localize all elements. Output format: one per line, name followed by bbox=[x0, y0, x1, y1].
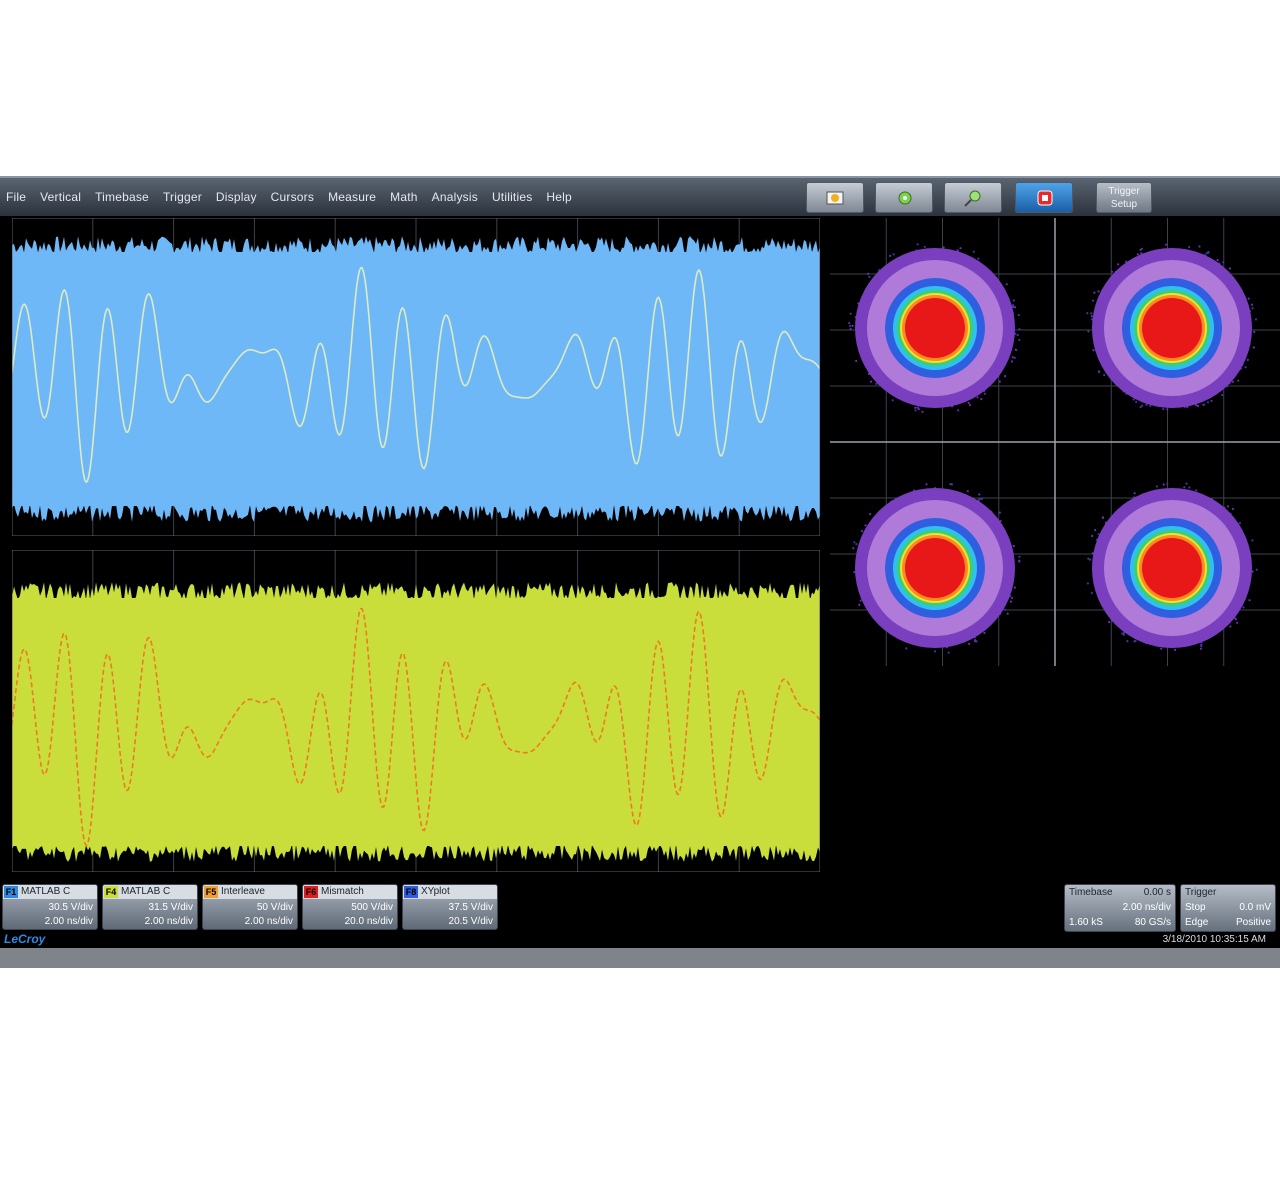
descriptor-tag: F4 bbox=[104, 886, 118, 898]
status-bar bbox=[0, 948, 1280, 968]
waveform-grid-top[interactable] bbox=[12, 218, 820, 536]
constellation-cluster-3 bbox=[852, 483, 1021, 654]
trigger-setup-button[interactable]: Trigger Setup bbox=[1096, 182, 1152, 213]
toolbar-button-zoom[interactable] bbox=[944, 182, 1002, 213]
lecroy-logo: LeCroy bbox=[4, 932, 46, 946]
menu-items: File Vertical Timebase Trigger Display Cursor… bbox=[6, 190, 586, 204]
descriptor-name: XYplot bbox=[421, 886, 450, 897]
trace-f4-body bbox=[12, 598, 820, 846]
trigger-mode-icon bbox=[1037, 190, 1053, 206]
trigger-label: Trigger bbox=[1185, 887, 1217, 898]
trace-noise-top-edge bbox=[12, 582, 820, 600]
trigger-slope: Positive bbox=[1235, 917, 1271, 928]
timebase-delay: 0.00 s bbox=[1143, 887, 1171, 898]
date-time: 3/18/2010 10:35:15 AM bbox=[1162, 934, 1266, 945]
descriptor-timescale: 2.00 ns/div bbox=[44, 916, 93, 927]
descriptor-tag: F6 bbox=[304, 886, 318, 898]
descriptor-name: MATLAB C bbox=[121, 886, 171, 897]
descriptor-scale: 30.5 V/div bbox=[48, 902, 93, 913]
descriptor-timescale: 20.0 ns/div bbox=[344, 916, 393, 927]
toolbar-button-measure[interactable] bbox=[875, 182, 933, 213]
menu-item-trigger[interactable]: Trigger bbox=[163, 190, 202, 204]
descriptor-name: Mismatch bbox=[321, 886, 364, 897]
descriptor-f6[interactable]: F6 Mismatch 500 V/div 20.0 ns/div bbox=[302, 884, 398, 930]
trigger-setup-label-1: Trigger bbox=[1108, 186, 1140, 197]
timebase-descriptor[interactable]: Timebase 0.00 s 2.00 ns/div 1.60 kS 80 G… bbox=[1064, 884, 1176, 932]
toolbar-button-auto-setup[interactable] bbox=[806, 182, 864, 213]
descriptor-timescale: 2.00 ns/div bbox=[144, 916, 193, 927]
menu-item-measure[interactable]: Measure bbox=[328, 190, 376, 204]
timebase-samples: 1.60 kS bbox=[1069, 917, 1103, 928]
measure-icon bbox=[898, 191, 912, 205]
descriptor-name: Interleave bbox=[221, 886, 265, 897]
trigger-level: 0.0 mV bbox=[1239, 902, 1271, 913]
menu-item-math[interactable]: Math bbox=[390, 190, 417, 204]
descriptor-name: MATLAB C bbox=[21, 886, 71, 897]
constellation-cluster-1 bbox=[848, 243, 1021, 413]
trigger-descriptor[interactable]: Trigger Stop 0.0 mV Edge Positive bbox=[1180, 884, 1276, 932]
auto-setup-icon bbox=[826, 191, 844, 205]
timebase-scale: 2.00 ns/div bbox=[1122, 902, 1171, 913]
descriptor-scale: 500 V/div bbox=[351, 902, 393, 913]
trigger-mode: Stop bbox=[1185, 902, 1206, 913]
menu-item-help[interactable]: Help bbox=[546, 190, 571, 204]
constellation-cluster-2 bbox=[1086, 243, 1258, 411]
menu-bar: File Vertical Timebase Trigger Display Cursor… bbox=[0, 176, 1280, 216]
menu-item-utilities[interactable]: Utilities bbox=[492, 190, 532, 204]
trigger-type: Edge bbox=[1185, 917, 1209, 928]
timebase-label: Timebase bbox=[1069, 887, 1113, 898]
zoom-icon bbox=[964, 190, 981, 207]
toolbar-button-trigger-mode[interactable] bbox=[1015, 182, 1073, 213]
menu-item-analysis[interactable]: Analysis bbox=[432, 190, 478, 204]
constellation-cluster-4 bbox=[1086, 482, 1258, 651]
descriptor-tag: F1 bbox=[4, 886, 18, 898]
descriptor-f4[interactable]: F4 MATLAB C 31.5 V/div 2.00 ns/div bbox=[102, 884, 198, 930]
waveform-grid-bottom[interactable] bbox=[12, 550, 820, 872]
descriptor-scale: 37.5 V/div bbox=[448, 902, 493, 913]
descriptor-tag: F8 bbox=[404, 886, 418, 898]
descriptor-f5[interactable]: F5 Interleave 50 V/div 2.00 ns/div bbox=[202, 884, 298, 930]
descriptor-scale: 31.5 V/div bbox=[148, 902, 193, 913]
menu-item-vertical[interactable]: Vertical bbox=[40, 190, 81, 204]
descriptor-f8[interactable]: F8 XYplot 37.5 V/div 20.5 V/div bbox=[402, 884, 498, 930]
menu-item-timebase[interactable]: Timebase bbox=[95, 190, 149, 204]
descriptor-f1[interactable]: F1 MATLAB C 30.5 V/div 2.00 ns/div bbox=[2, 884, 98, 930]
descriptor-timescale: 2.00 ns/div bbox=[244, 916, 293, 927]
constellation-points bbox=[848, 243, 1258, 654]
trigger-setup-label-2: Setup bbox=[1110, 199, 1138, 210]
trace-f1-body bbox=[12, 252, 820, 506]
menu-item-display[interactable]: Display bbox=[216, 190, 257, 204]
descriptor-scale: 50 V/div bbox=[256, 902, 293, 913]
menu-item-cursors[interactable]: Cursors bbox=[271, 190, 314, 204]
constellation-grid[interactable] bbox=[830, 218, 1280, 666]
oscilloscope-window: File Vertical Timebase Trigger Display Cursor… bbox=[0, 176, 1280, 968]
menu-item-file[interactable]: File bbox=[6, 190, 26, 204]
descriptor-tag: F5 bbox=[204, 886, 218, 898]
timebase-rate: 80 GS/s bbox=[1134, 917, 1171, 928]
descriptor-timescale: 20.5 V/div bbox=[448, 916, 493, 927]
